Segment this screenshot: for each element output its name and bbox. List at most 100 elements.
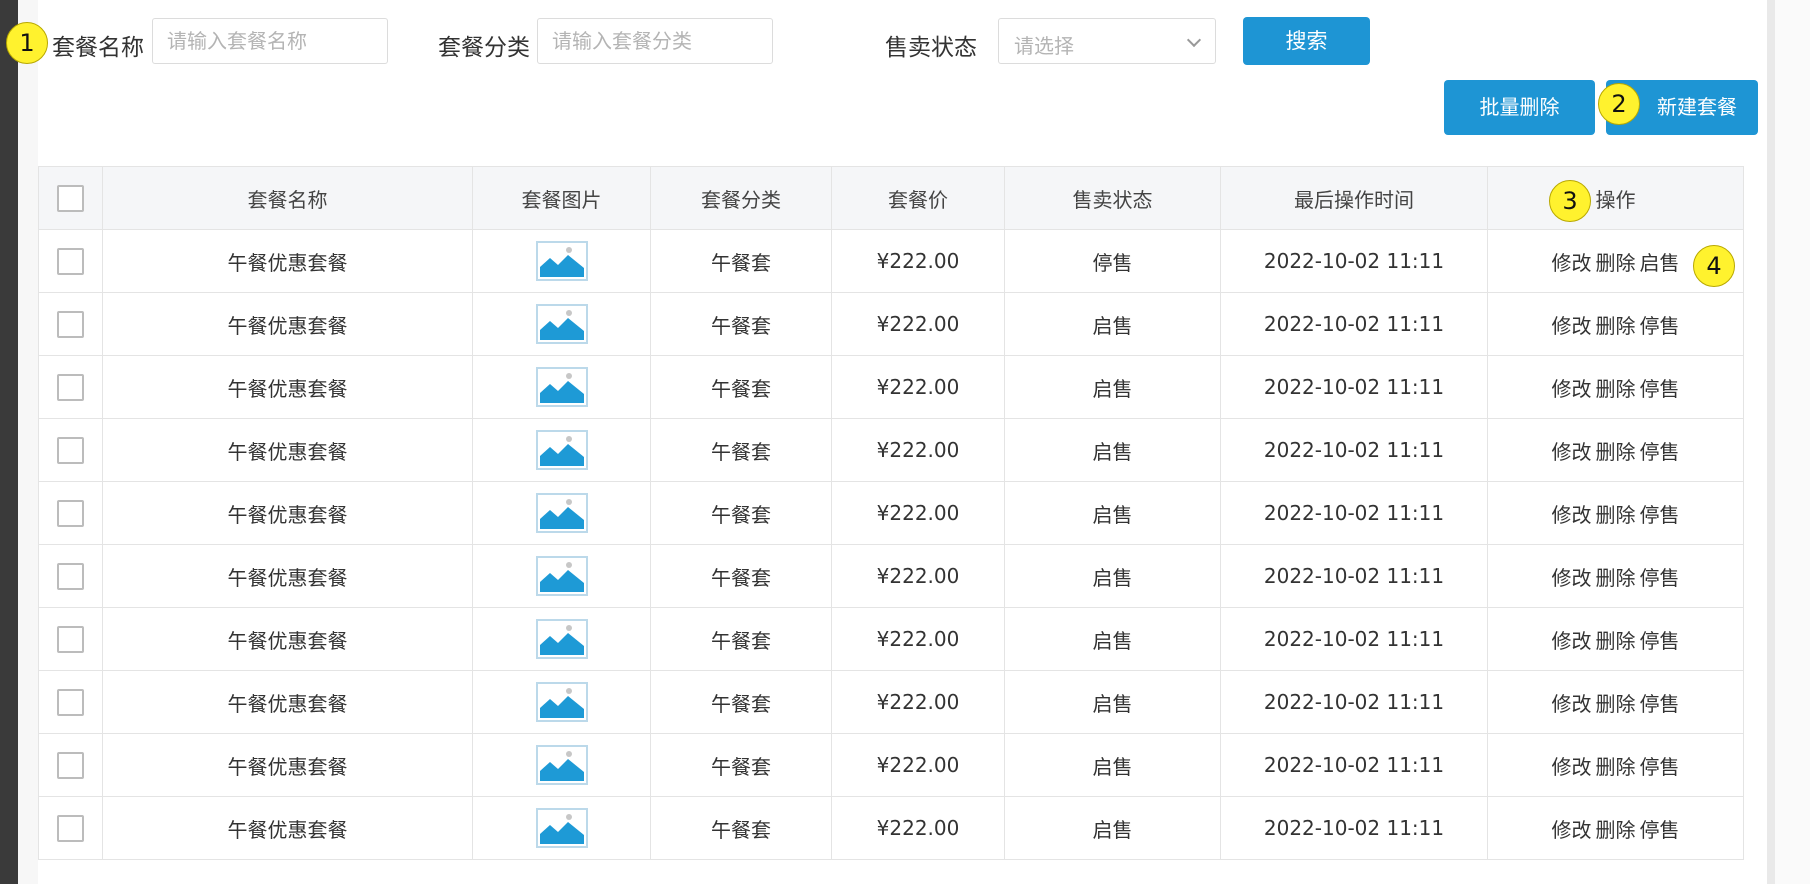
cell-combo-name: 午餐优惠套餐 <box>102 481 473 545</box>
table-row: 午餐优惠套餐 午餐套 ¥222.00 启售 2022-10-02 11:11 修改 删除 停售 <box>38 796 1744 860</box>
row-select-cell <box>38 670 103 734</box>
toggle-sale-link[interactable]: 启售 <box>1640 251 1680 275</box>
row-checkbox[interactable] <box>57 814 84 842</box>
toggle-sale-link[interactable]: 停售 <box>1640 440 1680 464</box>
delete-link[interactable]: 删除 <box>1596 314 1636 338</box>
sale-status-label: 售卖状态 <box>885 35 977 61</box>
toggle-sale-link[interactable]: 停售 <box>1640 629 1680 653</box>
toggle-sale-link[interactable]: 停售 <box>1640 314 1680 338</box>
image-icon <box>535 745 588 785</box>
edit-link[interactable]: 修改 <box>1552 566 1592 590</box>
cell-combo-price: ¥222.00 <box>831 733 1005 797</box>
combo-category-label: 套餐分类 <box>438 35 530 61</box>
delete-link[interactable]: 删除 <box>1596 629 1636 653</box>
header-combo-category: 套餐分类 <box>650 166 832 230</box>
table-body: 午餐优惠套餐 午餐套 ¥222.00 停售 2022-10-02 11:11 修改 删除 启售… <box>38 229 1744 860</box>
cell-combo-price: ¥222.00 <box>831 418 1005 482</box>
header-combo-price: 套餐价 <box>831 166 1005 230</box>
delete-link[interactable]: 删除 <box>1596 755 1636 779</box>
edit-link[interactable]: 修改 <box>1552 440 1592 464</box>
toggle-sale-link[interactable]: 停售 <box>1640 692 1680 716</box>
edit-link[interactable]: 修改 <box>1552 818 1592 842</box>
sale-status-placeholder: 请选择 <box>1014 34 1074 58</box>
cell-combo-category: 午餐套 <box>650 733 832 797</box>
edit-link[interactable]: 修改 <box>1552 503 1592 527</box>
delete-link[interactable]: 删除 <box>1596 503 1636 527</box>
delete-link[interactable]: 删除 <box>1596 440 1636 464</box>
edit-link[interactable]: 修改 <box>1552 755 1592 779</box>
cell-combo-category: 午餐套 <box>650 607 832 671</box>
header-operations: 操作 <box>1487 166 1744 230</box>
delete-link[interactable]: 删除 <box>1596 566 1636 590</box>
row-select-cell <box>38 733 103 797</box>
toggle-sale-link[interactable]: 停售 <box>1640 566 1680 590</box>
edit-link[interactable]: 修改 <box>1552 629 1592 653</box>
combo-category-input[interactable] <box>537 18 773 64</box>
row-checkbox[interactable] <box>57 373 84 401</box>
cell-combo-image <box>472 607 651 671</box>
row-checkbox[interactable] <box>57 688 84 716</box>
row-checkbox[interactable] <box>57 247 84 275</box>
row-select-cell <box>38 544 103 608</box>
row-checkbox[interactable] <box>57 436 84 464</box>
delete-link[interactable]: 删除 <box>1596 818 1636 842</box>
cell-combo-name: 午餐优惠套餐 <box>102 418 473 482</box>
delete-link[interactable]: 删除 <box>1596 692 1636 716</box>
cell-combo-price: ¥222.00 <box>831 229 1005 293</box>
combo-name-input[interactable] <box>152 18 388 64</box>
delete-link[interactable]: 删除 <box>1596 251 1636 275</box>
combo-name-label: 套餐名称 <box>52 35 144 61</box>
image-icon <box>535 304 588 344</box>
row-select-cell <box>38 418 103 482</box>
annotation-badge-1: 1 <box>6 22 48 64</box>
cell-sale-status: 启售 <box>1004 292 1221 356</box>
cell-combo-price: ¥222.00 <box>831 355 1005 419</box>
cell-sale-status: 启售 <box>1004 796 1221 860</box>
cell-combo-image <box>472 544 651 608</box>
row-checkbox[interactable] <box>57 562 84 590</box>
cell-last-updated: 2022-10-02 11:11 <box>1220 418 1488 482</box>
cell-last-updated: 2022-10-02 11:11 <box>1220 292 1488 356</box>
toggle-sale-link[interactable]: 停售 <box>1640 377 1680 401</box>
cell-operations: 修改 删除 停售 <box>1487 481 1744 545</box>
cell-combo-image <box>472 292 651 356</box>
edit-link[interactable]: 修改 <box>1552 377 1592 401</box>
edit-link[interactable]: 修改 <box>1552 314 1592 338</box>
cell-combo-name: 午餐优惠套餐 <box>102 733 473 797</box>
search-button[interactable]: 搜索 <box>1243 17 1370 65</box>
cell-sale-status: 启售 <box>1004 355 1221 419</box>
table-row: 午餐优惠套餐 午餐套 ¥222.00 启售 2022-10-02 11:11 修改 删除 停售 <box>38 481 1744 545</box>
header-combo-name: 套餐名称 <box>102 166 473 230</box>
image-icon <box>535 619 588 659</box>
edit-link[interactable]: 修改 <box>1552 251 1592 275</box>
edit-link[interactable]: 修改 <box>1552 692 1592 716</box>
toggle-sale-link[interactable]: 停售 <box>1640 818 1680 842</box>
cell-last-updated: 2022-10-02 11:11 <box>1220 796 1488 860</box>
image-icon <box>535 493 588 533</box>
cell-operations: 修改 删除 停售 <box>1487 733 1744 797</box>
header-sale-status: 售卖状态 <box>1004 166 1221 230</box>
cell-combo-category: 午餐套 <box>650 355 832 419</box>
row-checkbox[interactable] <box>57 751 84 779</box>
cell-combo-category: 午餐套 <box>650 796 832 860</box>
cell-last-updated: 2022-10-02 11:11 <box>1220 544 1488 608</box>
toggle-sale-link[interactable]: 停售 <box>1640 503 1680 527</box>
cell-combo-name: 午餐优惠套餐 <box>102 670 473 734</box>
select-all-checkbox[interactable] <box>57 184 84 212</box>
sale-status-select[interactable]: 请选择 <box>998 18 1216 64</box>
cell-sale-status: 启售 <box>1004 733 1221 797</box>
row-checkbox[interactable] <box>57 499 84 527</box>
cell-combo-image <box>472 481 651 545</box>
cell-operations: 修改 删除 停售 <box>1487 670 1744 734</box>
row-checkbox[interactable] <box>57 625 84 653</box>
cell-combo-image <box>472 418 651 482</box>
delete-link[interactable]: 删除 <box>1596 377 1636 401</box>
cell-combo-category: 午餐套 <box>650 544 832 608</box>
batch-delete-button[interactable]: 批量删除 <box>1444 80 1595 135</box>
toggle-sale-link[interactable]: 停售 <box>1640 755 1680 779</box>
table-row: 午餐优惠套餐 午餐套 ¥222.00 停售 2022-10-02 11:11 修改 删除 启售 <box>38 229 1744 293</box>
cell-combo-name: 午餐优惠套餐 <box>102 796 473 860</box>
image-icon <box>535 682 588 722</box>
cell-combo-category: 午餐套 <box>650 229 832 293</box>
row-checkbox[interactable] <box>57 310 84 338</box>
